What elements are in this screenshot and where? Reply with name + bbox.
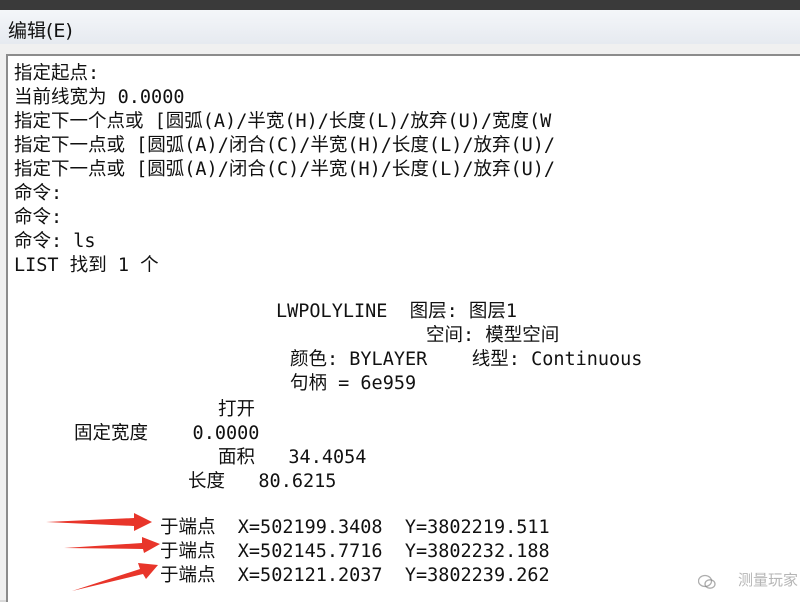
entity-open: 打开 <box>218 399 256 420</box>
red-arrow-icon <box>72 563 158 591</box>
vertex-line: 于端点 X=502199.3408 Y=3802219.511 <box>160 517 550 538</box>
entity-area: 面积 34.4054 <box>218 447 367 468</box>
console-line: 命令: <box>14 183 63 204</box>
menu-edit[interactable]: 编辑(E) <box>8 16 73 43</box>
console-line: 指定起点: <box>14 63 100 84</box>
console-line: 指定下一点或 [圆弧(A)/闭合(C)/半宽(H)/长度(L)/放弃(U)/ <box>14 135 556 156</box>
red-arrow-icon <box>46 513 152 531</box>
vertex-line: 于端点 X=502121.2037 Y=3802239.262 <box>160 565 550 586</box>
command-history-console[interactable]: 指定起点: 当前线宽为 0.0000 指定下一个点或 [圆弧(A)/半宽(H)/… <box>6 54 800 602</box>
vertex-line: 于端点 X=502145.7716 Y=3802232.188 <box>160 541 550 562</box>
entity-header: LWPOLYLINE 图层: 图层1 <box>276 301 518 322</box>
entity-fixed-width: 固定宽度 0.0000 <box>74 423 260 444</box>
console-line: 当前线宽为 0.0000 <box>14 87 185 108</box>
console-line: 指定下一点或 [圆弧(A)/闭合(C)/半宽(H)/长度(L)/放弃(U)/ <box>14 159 556 180</box>
wechat-icon <box>698 574 716 589</box>
watermark-text: 测量玩家 <box>737 571 798 589</box>
menu-bar: 编辑(E) <box>0 10 800 45</box>
red-arrow-icon <box>64 537 160 553</box>
entity-handle: 句柄 = 6e959 <box>290 373 417 394</box>
entity-length: 长度 80.6215 <box>188 471 337 492</box>
entity-space: 空间: 模型空间 <box>426 325 560 346</box>
entity-color-linetype: 颜色: BYLAYER 线型: Continuous <box>290 349 643 370</box>
console-line: 命令: <box>14 207 63 228</box>
window-top-strip <box>0 0 800 10</box>
console-line: LIST 找到 1 个 <box>14 255 159 276</box>
command-window: 指定起点: 当前线宽为 0.0000 指定下一个点或 [圆弧(A)/半宽(H)/… <box>0 44 800 602</box>
console-line: 指定下一个点或 [圆弧(A)/半宽(H)/长度(L)/放弃(U)/宽度(W <box>14 111 552 132</box>
console-line: 命令: ls <box>14 231 96 252</box>
